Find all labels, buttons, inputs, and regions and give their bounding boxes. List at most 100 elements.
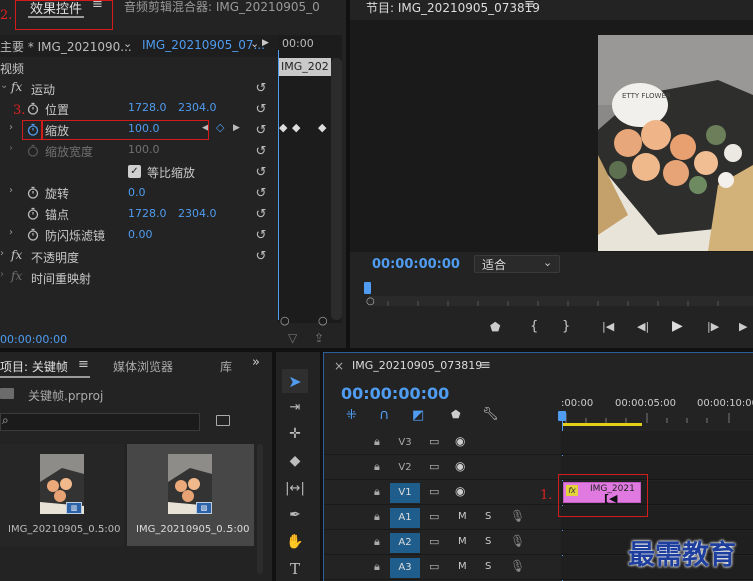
reset-icon[interactable]: ↺ [253, 227, 269, 243]
reset-icon[interactable]: ↺ [253, 143, 269, 159]
eye-icon[interactable]: ◉ [455, 459, 465, 473]
sync-lock-icon[interactable]: ▭ [429, 510, 439, 523]
mute-button[interactable]: M [458, 536, 467, 547]
list-item[interactable]: ▥ IMG_20210905_0... 5:00 [0, 444, 124, 546]
export-icon[interactable]: ⇪ [314, 331, 324, 345]
anchor-x-value[interactable]: 1728.0 [128, 207, 167, 220]
chevron-down-icon[interactable]: ⌄ [250, 37, 259, 50]
program-timecode[interactable]: 00:00:00:00 [372, 257, 460, 272]
add-keyframe-icon[interactable]: ◇ [216, 121, 224, 134]
keyframe-marker[interactable]: ◆ [279, 121, 287, 134]
mini-clip[interactable]: IMG_202 [278, 58, 331, 76]
rotation-value[interactable]: 0.0 [128, 186, 146, 199]
microphone-icon[interactable]: 🎙︎ [510, 559, 525, 573]
ripple-edit-tool-icon[interactable]: ✛ [282, 423, 308, 445]
playhead-marker[interactable] [558, 411, 566, 421]
playhead-marker[interactable] [364, 282, 371, 294]
fx-icon[interactable]: fx [11, 80, 22, 94]
snap-magnet-icon[interactable]: ∩ [379, 407, 389, 423]
sync-lock-icon[interactable]: ▭ [429, 535, 439, 548]
hand-tool-icon[interactable]: ✋ [282, 531, 308, 553]
pen-tool-icon[interactable]: ✒ [282, 504, 308, 526]
anti-flicker-value[interactable]: 0.00 [128, 228, 153, 241]
expand-arrow-icon[interactable]: › [0, 248, 4, 259]
solo-button[interactable]: S [485, 536, 491, 547]
stopwatch-icon[interactable] [26, 185, 40, 199]
tab-media-browser[interactable]: 媒体浏览器 [113, 358, 173, 375]
stopwatch-icon[interactable] [26, 101, 40, 115]
panel-menu-icon[interactable]: ≡ [78, 357, 89, 372]
sync-lock-icon[interactable]: ▭ [429, 560, 439, 573]
keyframe-marker[interactable]: ◆ [292, 121, 300, 134]
fx-icon[interactable]: fx [11, 248, 22, 262]
track-label[interactable]: V3 [390, 433, 420, 453]
microphone-icon[interactable]: 🎙︎ [510, 509, 525, 523]
expand-arrow-icon[interactable]: › [9, 143, 13, 154]
reset-icon[interactable]: ↺ [253, 122, 269, 138]
mark-in-icon[interactable]: { [530, 319, 538, 334]
film-icon[interactable]: ▭ [429, 460, 439, 473]
new-bin-icon[interactable] [216, 415, 230, 426]
tab-audio-mixer[interactable]: 音频剪辑混合器: IMG_20210905_0 [124, 0, 320, 15]
keyframe-marker[interactable]: ◆ [318, 121, 326, 134]
clip-label[interactable]: IMG_20210905_07... [142, 38, 265, 52]
expand-arrow-icon[interactable]: › [9, 227, 13, 238]
linked-selection-icon[interactable]: ◩ [412, 408, 424, 423]
track-label[interactable]: A1 [390, 508, 420, 528]
track-label[interactable]: A2 [390, 533, 420, 553]
play-clip-icon[interactable]: ▶ [262, 38, 269, 48]
program-title[interactable]: 节目: IMG_20210905_073819 [366, 0, 540, 16]
wrench-icon[interactable]: 🔧︎ [482, 407, 499, 422]
tab-project[interactable]: 项目: 关键帧 [0, 358, 68, 375]
solo-button[interactable]: S [485, 511, 491, 522]
razor-tool-icon[interactable]: ◆ [282, 450, 308, 472]
lock-icon[interactable]: 🔒︎ [374, 460, 380, 474]
slip-tool-icon[interactable]: |↔| [282, 477, 308, 499]
step-forward-icon[interactable]: |▶ [707, 320, 719, 333]
lock-icon[interactable]: 🔒︎ [374, 510, 380, 524]
play-icon[interactable]: ▶ [672, 318, 683, 334]
lock-icon[interactable]: 🔒︎ [374, 485, 380, 499]
tab-library[interactable]: 库 [220, 358, 232, 375]
zoom-handle-icon[interactable]: ○ [280, 314, 290, 327]
add-marker-icon[interactable]: ⬟ [490, 320, 500, 334]
eye-icon[interactable]: ◉ [455, 434, 465, 448]
mute-button[interactable]: M [458, 561, 467, 572]
track-label[interactable]: V1 [390, 483, 420, 503]
reset-icon[interactable]: ↺ [253, 185, 269, 201]
panel-menu-icon[interactable]: ≡ [480, 358, 491, 373]
position-x-value[interactable]: 1728.0 [128, 101, 167, 114]
mini-playhead[interactable] [278, 50, 279, 320]
track-label[interactable]: A3 [390, 558, 420, 578]
eye-icon[interactable]: ◉ [455, 484, 465, 498]
zoom-handle-icon[interactable]: ○ [318, 314, 328, 327]
track-lane[interactable] [561, 431, 753, 455]
solo-button[interactable]: S [485, 561, 491, 572]
lock-icon[interactable]: 🔒︎ [374, 435, 380, 449]
film-icon[interactable]: ▭ [429, 435, 439, 448]
uniform-scale-checkbox[interactable]: ✓ [128, 165, 141, 178]
track-select-tool-icon[interactable]: ⇥ [282, 396, 308, 418]
lock-icon[interactable]: 🔒︎ [374, 560, 380, 574]
expand-arrow-icon[interactable]: › [9, 185, 13, 196]
nest-icon[interactable]: ⁜ [346, 408, 357, 423]
reset-icon[interactable]: ↺ [253, 80, 269, 96]
search-input[interactable] [0, 413, 200, 431]
work-area-bar[interactable] [562, 423, 642, 426]
expand-arrow-icon[interactable]: › [0, 269, 4, 280]
anchor-y-value[interactable]: 2304.0 [178, 207, 217, 220]
stopwatch-icon[interactable] [26, 227, 40, 241]
chevron-down-icon[interactable]: ⌄ [123, 37, 132, 50]
reset-icon[interactable]: ↺ [253, 101, 269, 117]
stopwatch-icon[interactable] [26, 206, 40, 220]
close-tab-icon[interactable]: × [334, 359, 344, 373]
timeline-tab[interactable]: IMG_20210905_073819 [352, 359, 482, 372]
position-y-value[interactable]: 2304.0 [178, 101, 217, 114]
reset-icon[interactable]: ↺ [253, 248, 269, 264]
go-to-in-icon[interactable]: |◀ [602, 320, 614, 333]
step-back-icon[interactable]: ◀| [637, 320, 649, 333]
expand-icon[interactable]: ⌄ [0, 80, 8, 91]
panel-overflow-icon[interactable]: » [252, 355, 260, 370]
filter-icon[interactable]: ▽ [288, 331, 297, 345]
go-to-out-icon[interactable]: ▶ [739, 320, 747, 333]
